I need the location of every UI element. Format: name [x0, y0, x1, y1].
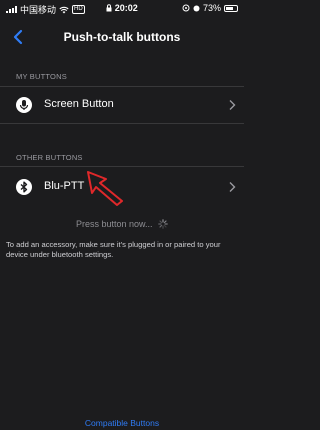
chevron-right-icon	[229, 182, 236, 192]
info-text: To add an accessory, make sure it's plug…	[6, 240, 221, 259]
lock-icon	[106, 4, 112, 12]
section-header-my-buttons: MY BUTTONS	[16, 72, 67, 81]
battery-icon	[224, 4, 238, 12]
location-icon	[182, 4, 190, 12]
status-right: 73%	[182, 3, 238, 13]
bluetooth-icon	[16, 179, 32, 195]
alarm-icon	[193, 5, 200, 12]
time-text: 20:02	[114, 3, 138, 13]
section-header-other-buttons: OTHER BUTTONS	[16, 153, 83, 162]
battery-percent: 73%	[202, 3, 221, 13]
compatible-buttons-link[interactable]: Compatible Buttons	[0, 418, 244, 428]
microphone-icon	[16, 97, 32, 113]
blu-ptt-label: Blu-PTT	[44, 180, 85, 192]
press-button-text: Press button now...	[75, 219, 153, 229]
screen-button-label: Screen Button	[44, 98, 114, 110]
page-title: Push-to-talk buttons	[63, 30, 181, 44]
chevron-right-icon	[229, 100, 236, 110]
screen-button-row[interactable]: Screen Button	[0, 88, 244, 122]
divider	[0, 123, 244, 124]
annotation-arrow-icon	[87, 171, 123, 206]
loading-spinner-icon	[158, 219, 168, 229]
navigation-bar: Push-to-talk buttons	[0, 18, 244, 56]
divider	[0, 166, 244, 167]
divider	[0, 86, 244, 87]
status-bar: 中国移动 HD 20:02 73%	[0, 0, 244, 18]
press-button-status: Press button now...	[0, 219, 244, 229]
